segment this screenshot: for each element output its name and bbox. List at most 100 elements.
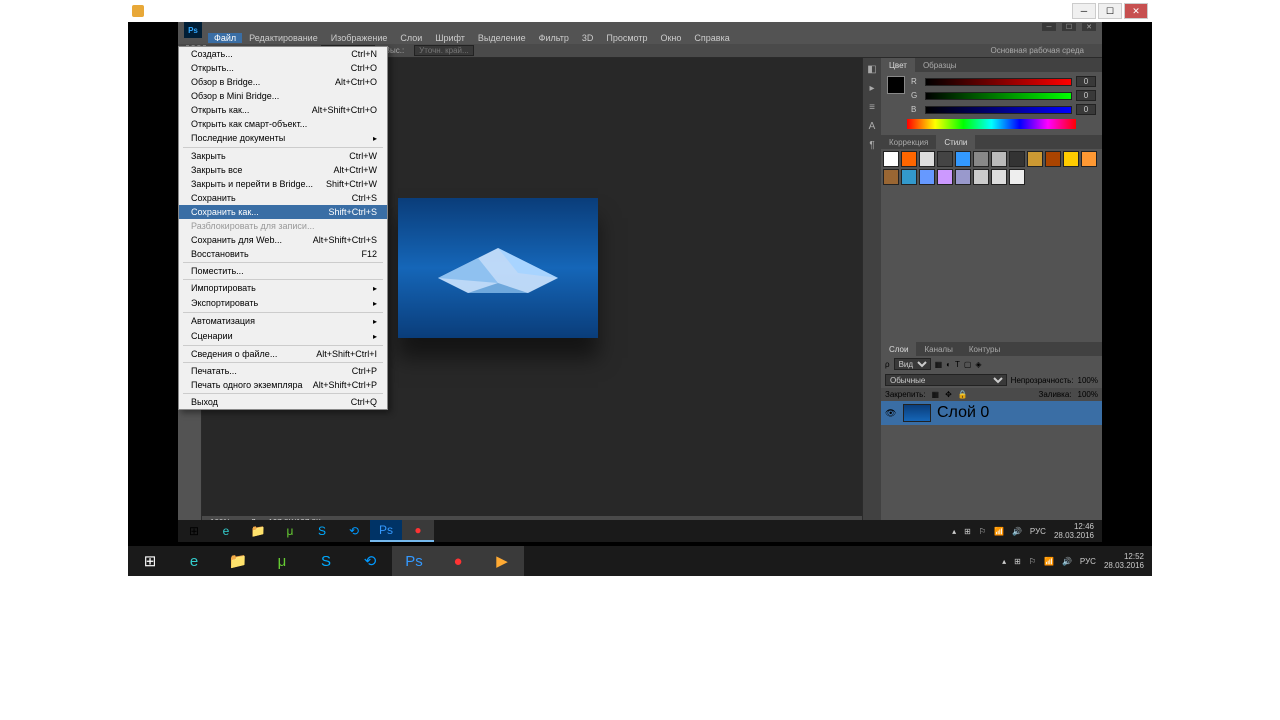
outer-close-button[interactable]: ✕ <box>1124 3 1148 19</box>
tab-swatches[interactable]: Образцы <box>915 58 965 72</box>
inner-clock[interactable]: 12:46 28.03.2016 <box>1054 522 1094 540</box>
filter-shape-icon[interactable]: ▢ <box>964 360 972 369</box>
lock-position-icon[interactable]: ✥ <box>945 390 952 399</box>
tray-volume-icon[interactable]: 🔊 <box>1012 527 1022 536</box>
style-swatch[interactable] <box>973 151 989 167</box>
style-swatch[interactable] <box>1009 151 1025 167</box>
style-swatch[interactable] <box>955 151 971 167</box>
style-swatch[interactable] <box>901 151 917 167</box>
r-slider[interactable] <box>925 78 1072 86</box>
style-swatch[interactable] <box>1081 151 1097 167</box>
file-menu-item[interactable]: Сохранить для Web...Alt+Shift+Ctrl+S <box>179 233 387 247</box>
lock-all-icon[interactable]: 🔒 <box>958 390 968 399</box>
opacity-value[interactable]: 100% <box>1078 376 1098 385</box>
layer-thumbnail[interactable] <box>903 404 931 422</box>
file-menu-item[interactable]: Экспортировать <box>179 296 387 311</box>
style-swatch[interactable] <box>919 169 935 185</box>
menu-window[interactable]: Окно <box>654 33 687 43</box>
skype-icon-outer[interactable]: S <box>304 546 348 576</box>
outer-clock[interactable]: 12:52 28.03.2016 <box>1104 552 1144 570</box>
layer-row[interactable]: 👁 Слой 0 <box>881 401 1102 425</box>
utorrent-icon-outer[interactable]: μ <box>260 546 304 576</box>
ps-close-button[interactable]: ✕ <box>1082 23 1096 31</box>
tray-network-icon[interactable]: 📶 <box>994 527 1004 536</box>
photoshop-taskbar-icon-outer[interactable]: Ps <box>392 546 436 576</box>
tray-volume-icon-outer[interactable]: 🔊 <box>1062 557 1072 566</box>
file-menu-item[interactable]: Печать одного экземпляраAlt+Shift+Ctrl+P <box>179 378 387 392</box>
file-menu-item[interactable]: Последние документы <box>179 131 387 146</box>
menu-edit[interactable]: Редактирование <box>243 33 324 43</box>
tray-flag-icon[interactable]: ⚐ <box>979 527 986 536</box>
filter-adjust-icon[interactable]: ◐ <box>946 360 951 369</box>
file-menu-item[interactable]: Печатать...Ctrl+P <box>179 364 387 378</box>
file-menu-item[interactable]: Автоматизация <box>179 314 387 329</box>
style-swatch[interactable] <box>955 169 971 185</box>
layer-filter-select[interactable]: Вид <box>894 358 931 370</box>
workspace-label[interactable]: Основная рабочая среда <box>980 46 1094 55</box>
file-menu-item[interactable]: ВыходCtrl+Q <box>179 395 387 409</box>
tray-action-icon-outer[interactable]: ⊞ <box>1014 557 1021 566</box>
filter-type-icon[interactable]: T <box>955 360 960 369</box>
style-swatch[interactable] <box>1063 151 1079 167</box>
blend-mode-select[interactable]: Обычные <box>885 374 1007 386</box>
menu-type[interactable]: Шрифт <box>429 33 471 43</box>
file-menu-item[interactable]: Сценарии <box>179 329 387 344</box>
start-button[interactable]: ⊞ <box>178 520 210 542</box>
file-menu-item[interactable]: Обзор в Bridge...Alt+Ctrl+O <box>179 75 387 89</box>
filter-smart-icon[interactable]: ◈ <box>975 360 981 369</box>
r-value[interactable]: 0 <box>1076 76 1096 87</box>
outer-minimize-button[interactable]: ─ <box>1072 3 1096 19</box>
menu-view[interactable]: Просмотр <box>600 33 653 43</box>
explorer-icon[interactable]: 📁 <box>242 520 274 542</box>
menu-select[interactable]: Выделение <box>472 33 532 43</box>
hue-ramp[interactable] <box>907 119 1076 129</box>
tray-lang[interactable]: РУС <box>1030 527 1046 536</box>
menu-help[interactable]: Справка <box>688 33 735 43</box>
tray-action-icon[interactable]: ⊞ <box>964 527 971 536</box>
character-icon[interactable]: A <box>869 121 876 132</box>
file-menu-item[interactable]: Открыть как смарт-объект... <box>179 117 387 131</box>
refine-edge-button[interactable] <box>414 45 474 56</box>
file-menu-item[interactable]: СохранитьCtrl+S <box>179 191 387 205</box>
menu-image[interactable]: Изображение <box>325 33 394 43</box>
ps-minimize-button[interactable]: ─ <box>1042 23 1056 31</box>
tab-styles[interactable]: Стили <box>936 135 975 149</box>
ps-maximize-button[interactable]: ☐ <box>1062 23 1076 31</box>
lock-pixels-icon[interactable]: ▦ <box>932 390 940 399</box>
tab-adjustments[interactable]: Коррекция <box>881 135 936 149</box>
style-swatch[interactable] <box>991 151 1007 167</box>
file-menu-item[interactable]: Обзор в Mini Bridge... <box>179 89 387 103</box>
style-swatch[interactable] <box>883 169 899 185</box>
file-menu-item[interactable]: Открыть...Ctrl+O <box>179 61 387 75</box>
file-menu-item[interactable]: ВосстановитьF12 <box>179 247 387 261</box>
file-menu-item[interactable]: Создать...Ctrl+N <box>179 47 387 61</box>
tab-layers[interactable]: Слои <box>881 342 916 356</box>
g-slider[interactable] <box>925 92 1072 100</box>
file-menu-item[interactable]: Импортировать <box>179 281 387 296</box>
menu-file[interactable]: Файл <box>208 33 242 43</box>
file-menu-item[interactable]: Закрыть всеAlt+Ctrl+W <box>179 163 387 177</box>
style-swatch[interactable] <box>937 169 953 185</box>
b-slider[interactable] <box>925 106 1072 114</box>
media-player-taskbar-icon[interactable]: ▶ <box>480 546 524 576</box>
style-swatch[interactable] <box>1009 169 1025 185</box>
style-swatch[interactable] <box>901 169 917 185</box>
teamviewer-icon[interactable]: ⟲ <box>338 520 370 542</box>
style-swatch[interactable] <box>937 151 953 167</box>
ie-icon[interactable]: e <box>210 520 242 542</box>
tray-flag-icon-outer[interactable]: ⚐ <box>1029 557 1036 566</box>
file-menu-item[interactable]: ЗакрытьCtrl+W <box>179 149 387 163</box>
file-menu-item[interactable]: Закрыть и перейти в Bridge...Shift+Ctrl+… <box>179 177 387 191</box>
fill-value[interactable]: 100% <box>1078 390 1098 399</box>
recorder-icon[interactable]: ● <box>402 520 434 542</box>
recorder-icon-outer[interactable]: ● <box>436 546 480 576</box>
g-value[interactable]: 0 <box>1076 90 1096 101</box>
properties-icon[interactable]: ≡ <box>869 102 875 113</box>
style-swatch[interactable] <box>991 169 1007 185</box>
filter-pixel-icon[interactable]: ▦ <box>935 360 943 369</box>
explorer-icon-outer[interactable]: 📁 <box>216 546 260 576</box>
visibility-icon[interactable]: 👁 <box>885 408 897 419</box>
style-swatch[interactable] <box>919 151 935 167</box>
photoshop-taskbar-icon[interactable]: Ps <box>370 520 402 542</box>
file-menu-item[interactable]: Сохранить как...Shift+Ctrl+S <box>179 205 387 219</box>
